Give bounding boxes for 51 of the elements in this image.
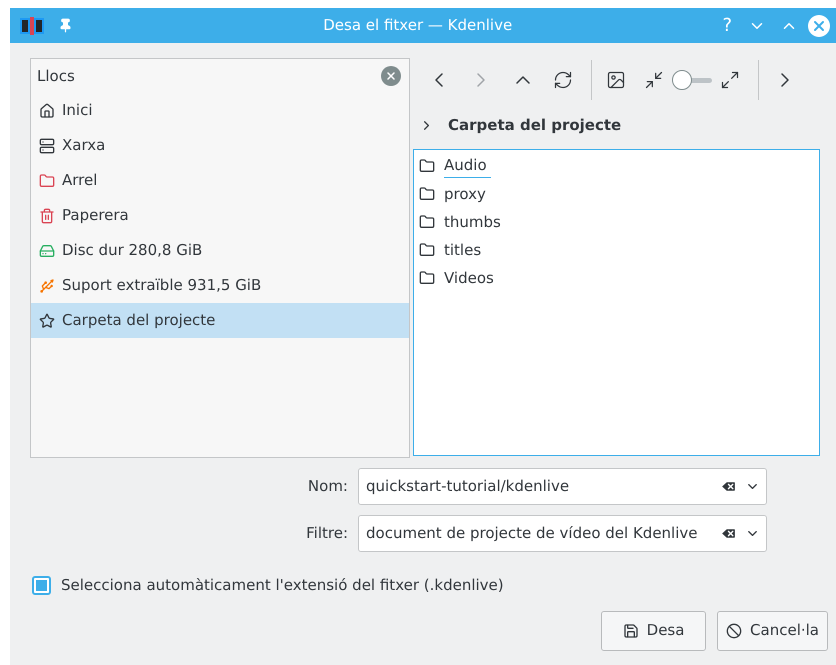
file-name: proxy	[444, 184, 487, 205]
reload-button[interactable]	[553, 70, 573, 90]
trash-icon	[39, 208, 55, 224]
place-item[interactable]: Arrel	[31, 163, 409, 198]
field-label: Nom:	[306, 476, 348, 498]
usb-drive-icon	[39, 278, 55, 294]
zoom-slider[interactable]	[672, 70, 712, 90]
place-item[interactable]: Xarxa	[31, 128, 409, 163]
slider-thumb[interactable]	[672, 70, 692, 90]
folder-icon	[419, 214, 435, 230]
field-value: document de projecte de vídeo del Kdenlive	[366, 523, 699, 544]
cancel-button[interactable]: Cancel·la	[717, 610, 828, 650]
checkbox-label: Selecciona automàticament l'extensió del fitxer (.kdenlive)	[61, 575, 504, 596]
file-name: titles	[444, 240, 482, 261]
filter-field[interactable]: document de projecte de vídeo del Kdenlive	[358, 515, 767, 552]
hard-drive-icon	[39, 242, 55, 258]
place-item[interactable]: Inici	[31, 93, 409, 128]
file-item[interactable]: proxy	[414, 180, 819, 208]
folder-icon	[39, 172, 55, 188]
folder-icon	[419, 158, 435, 174]
place-item[interactable]: Suport extraïble 931,5 GiB	[31, 268, 409, 303]
server-icon	[39, 138, 55, 154]
save-button[interactable]: Desa	[601, 610, 706, 650]
star-icon	[39, 312, 55, 328]
file-name: thumbs	[444, 212, 502, 233]
file-item[interactable]: Videos	[414, 264, 819, 292]
home-icon	[39, 102, 55, 118]
checkbox[interactable]	[32, 576, 51, 595]
window-title: Desa el fitxer — Kdenlive	[322, 15, 514, 36]
folder-icon	[419, 242, 435, 258]
name-field[interactable]: quickstart-tutorial/kdenlive	[358, 468, 767, 505]
places-title: Llocs	[37, 66, 76, 87]
file-name: Videos	[444, 268, 495, 289]
folder-icon	[419, 270, 435, 286]
place-item[interactable]: Carpeta del projecte	[31, 303, 409, 338]
floppy-icon	[622, 622, 639, 638]
film-icon	[20, 16, 44, 34]
zoom-out-button[interactable]	[644, 70, 664, 90]
file-item[interactable]: titles	[414, 236, 819, 264]
breadcrumb[interactable]: Carpeta del projecte	[448, 114, 622, 137]
folder-icon	[419, 186, 435, 202]
preview-button[interactable]	[606, 70, 626, 90]
file-item[interactable]: Audio	[414, 152, 819, 180]
zoom-in-button[interactable]	[720, 70, 740, 90]
place-item[interactable]: Paperera	[31, 198, 409, 233]
file-name: Audio	[444, 154, 491, 178]
field-value: quickstart-tutorial/kdenlive	[366, 476, 570, 498]
file-item[interactable]: thumbs	[414, 208, 819, 236]
place-item[interactable]: Disc dur 280,8 GiB	[31, 233, 409, 268]
cancel-icon	[726, 622, 742, 638]
field-label: Filtre:	[305, 523, 348, 544]
